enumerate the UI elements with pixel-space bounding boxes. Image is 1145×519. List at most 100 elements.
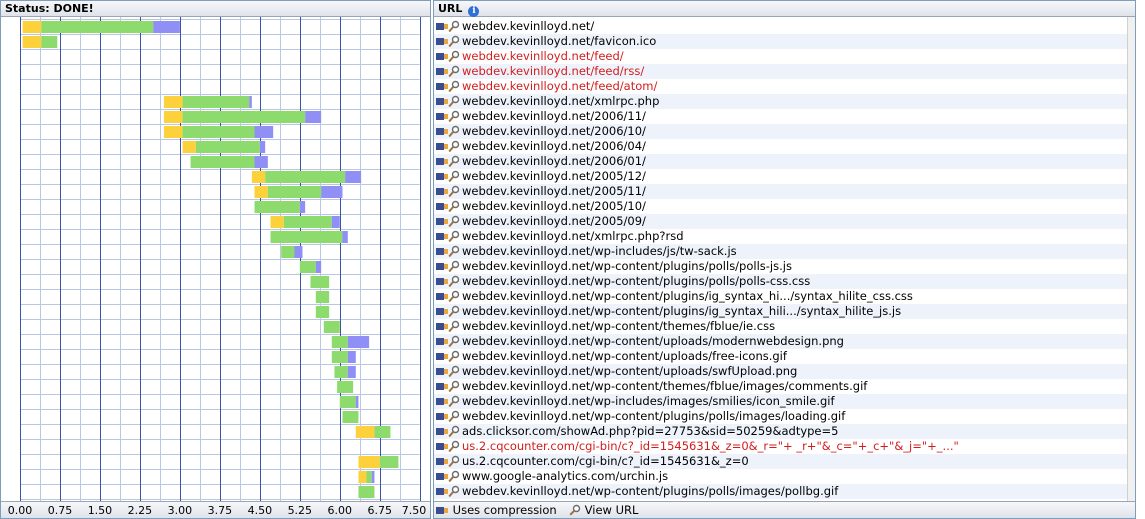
magnifier-icon[interactable] [448,80,460,93]
url-row[interactable]: webdev.kevinlloyd.net/wp-content/plugins… [434,274,1135,289]
bar-cache-segment [305,111,322,123]
magnifier-icon[interactable] [448,290,460,303]
url-row[interactable]: us.2.cqcounter.com/cgi-bin/c?_id=1545631… [434,439,1135,454]
magnifier-icon[interactable] [448,410,460,423]
magnifier-icon[interactable] [448,125,460,138]
legend-view-url: View URL [569,503,638,517]
url-row[interactable]: webdev.kevinlloyd.net/feed/rss/ [434,64,1135,79]
magnifier-icon[interactable] [448,380,460,393]
waterfall-chart-panel: Status: DONE! 0.00 0.75 1.50 2.25 3.00 3.75 4.… [0,0,431,519]
url-row[interactable]: ads.clicksor.com/showAd.php?pid=27753&si… [434,424,1135,439]
magnifier-icon[interactable] [448,260,460,273]
url-row[interactable]: webdev.kevinlloyd.net/wp-content/themes/… [434,379,1135,394]
magnifier-icon[interactable] [448,140,460,153]
url-row[interactable]: webdev.kevinlloyd.net/ [434,19,1135,34]
bar-receive-segment [366,471,372,483]
bar-receive-segment [283,216,332,228]
url-text: webdev.kevinlloyd.net/wp-content/uploads… [462,334,844,348]
magnifier-icon[interactable] [448,455,460,468]
url-row[interactable]: webdev.kevinlloyd.net/2005/12/ [434,169,1135,184]
bar-wait-segment [163,96,183,108]
magnifier-icon [569,504,581,516]
magnifier-icon[interactable] [448,230,460,243]
status-header: Status: DONE! [1,1,430,17]
magnifier-icon[interactable] [448,155,460,168]
bar-receive-segment [331,351,348,363]
magnifier-icon[interactable] [448,110,460,123]
bar-cache-segment [342,231,348,243]
url-row[interactable]: webdev.kevinlloyd.net/wp-includes/images… [434,394,1135,409]
url-header[interactable]: URL i [434,1,1135,17]
url-row[interactable]: webdev.kevinlloyd.net/wp-content/plugins… [434,304,1135,319]
bar-receive-segment [190,156,255,168]
magnifier-icon[interactable] [448,20,460,33]
compression-icon [436,23,448,30]
url-text: webdev.kevinlloyd.net/2005/10/ [462,199,646,213]
magnifier-icon[interactable] [448,50,460,63]
url-row[interactable]: webdev.kevinlloyd.net/favicon.ico [434,34,1135,49]
magnifier-icon[interactable] [448,200,460,213]
bar-cache-segment [153,21,180,33]
url-row[interactable]: www.google-analytics.com/urchin.js [434,469,1135,484]
magnifier-icon[interactable] [448,425,460,438]
info-icon[interactable]: i [468,6,480,17]
url-row[interactable]: webdev.kevinlloyd.net/wp-content/uploads… [434,364,1135,379]
magnifier-icon[interactable] [448,185,460,198]
bar-wait-segment [358,456,380,468]
bar-receive-segment [267,186,322,198]
waterfall-chart [20,17,421,503]
magnifier-icon[interactable] [448,170,460,183]
url-row[interactable]: webdev.kevinlloyd.net/wp-content/plugins… [434,289,1135,304]
magnifier-icon[interactable] [448,395,460,408]
url-row[interactable]: webdev.kevinlloyd.net/2005/11/ [434,184,1135,199]
compression-icon [436,293,448,300]
url-row[interactable]: webdev.kevinlloyd.net/wp-content/plugins… [434,409,1135,424]
url-text: webdev.kevinlloyd.net/wp-content/plugins… [462,484,839,498]
bar-wait-segment [163,111,183,123]
url-row[interactable]: webdev.kevinlloyd.net/2006/11/ [434,109,1135,124]
magnifier-icon[interactable] [448,485,460,498]
url-row[interactable]: webdev.kevinlloyd.net/wp-includes/js/tw-… [434,244,1135,259]
url-row[interactable]: webdev.kevinlloyd.net/2005/09/ [434,214,1135,229]
magnifier-icon[interactable] [448,95,460,108]
bar-cache-segment [331,216,340,228]
url-row[interactable]: webdev.kevinlloyd.net/2005/10/ [434,199,1135,214]
url-row[interactable]: webdev.kevinlloyd.net/2006/10/ [434,124,1135,139]
url-text: webdev.kevinlloyd.net/xmlrpc.php?rsd [462,229,684,243]
magnifier-icon[interactable] [448,470,460,483]
url-row[interactable]: us.2.cqcounter.com/cgi-bin/c?_id=1545631… [434,454,1135,469]
url-row[interactable]: webdev.kevinlloyd.net/wp-content/uploads… [434,334,1135,349]
compression-icon [436,398,448,405]
url-text: www.google-analytics.com/urchin.js [462,469,669,483]
magnifier-icon[interactable] [448,335,460,348]
magnifier-icon[interactable] [448,440,460,453]
magnifier-icon[interactable] [448,245,460,258]
url-row[interactable]: webdev.kevinlloyd.net/wp-content/themes/… [434,319,1135,334]
magnifier-icon[interactable] [448,35,460,48]
magnifier-icon[interactable] [448,350,460,363]
url-row[interactable]: webdev.kevinlloyd.net/2006/01/ [434,154,1135,169]
url-row[interactable]: webdev.kevinlloyd.net/feed/ [434,49,1135,64]
bar-wait-segment [163,126,183,138]
vertical-scrollbar[interactable] [1127,17,1135,502]
bar-cache-segment [355,396,359,408]
axis-tick-label: 1.50 [87,504,113,517]
url-row[interactable]: webdev.kevinlloyd.net/xmlrpc.php?rsd [434,229,1135,244]
bar-wait-segment [355,426,375,438]
url-row[interactable]: webdev.kevinlloyd.net/feed/atom/ [434,79,1135,94]
magnifier-icon[interactable] [448,275,460,288]
url-text: us.2.cqcounter.com/cgi-bin/c?_id=1545631… [462,454,749,468]
magnifier-icon[interactable] [448,305,460,318]
magnifier-icon[interactable] [448,320,460,333]
url-row[interactable]: webdev.kevinlloyd.net/wp-content/uploads… [434,349,1135,364]
magnifier-icon[interactable] [448,65,460,78]
bar-cache-segment [254,126,274,138]
magnifier-icon[interactable] [448,215,460,228]
url-row[interactable]: webdev.kevinlloyd.net/wp-content/plugins… [434,484,1135,499]
url-row[interactable]: webdev.kevinlloyd.net/xmlrpc.php [434,94,1135,109]
url-row[interactable]: webdev.kevinlloyd.net/wp-content/plugins… [434,259,1135,274]
bar-receive-segment [342,411,359,423]
url-text: webdev.kevinlloyd.net/feed/rss/ [462,64,645,78]
url-row[interactable]: webdev.kevinlloyd.net/2006/04/ [434,139,1135,154]
magnifier-icon[interactable] [448,365,460,378]
